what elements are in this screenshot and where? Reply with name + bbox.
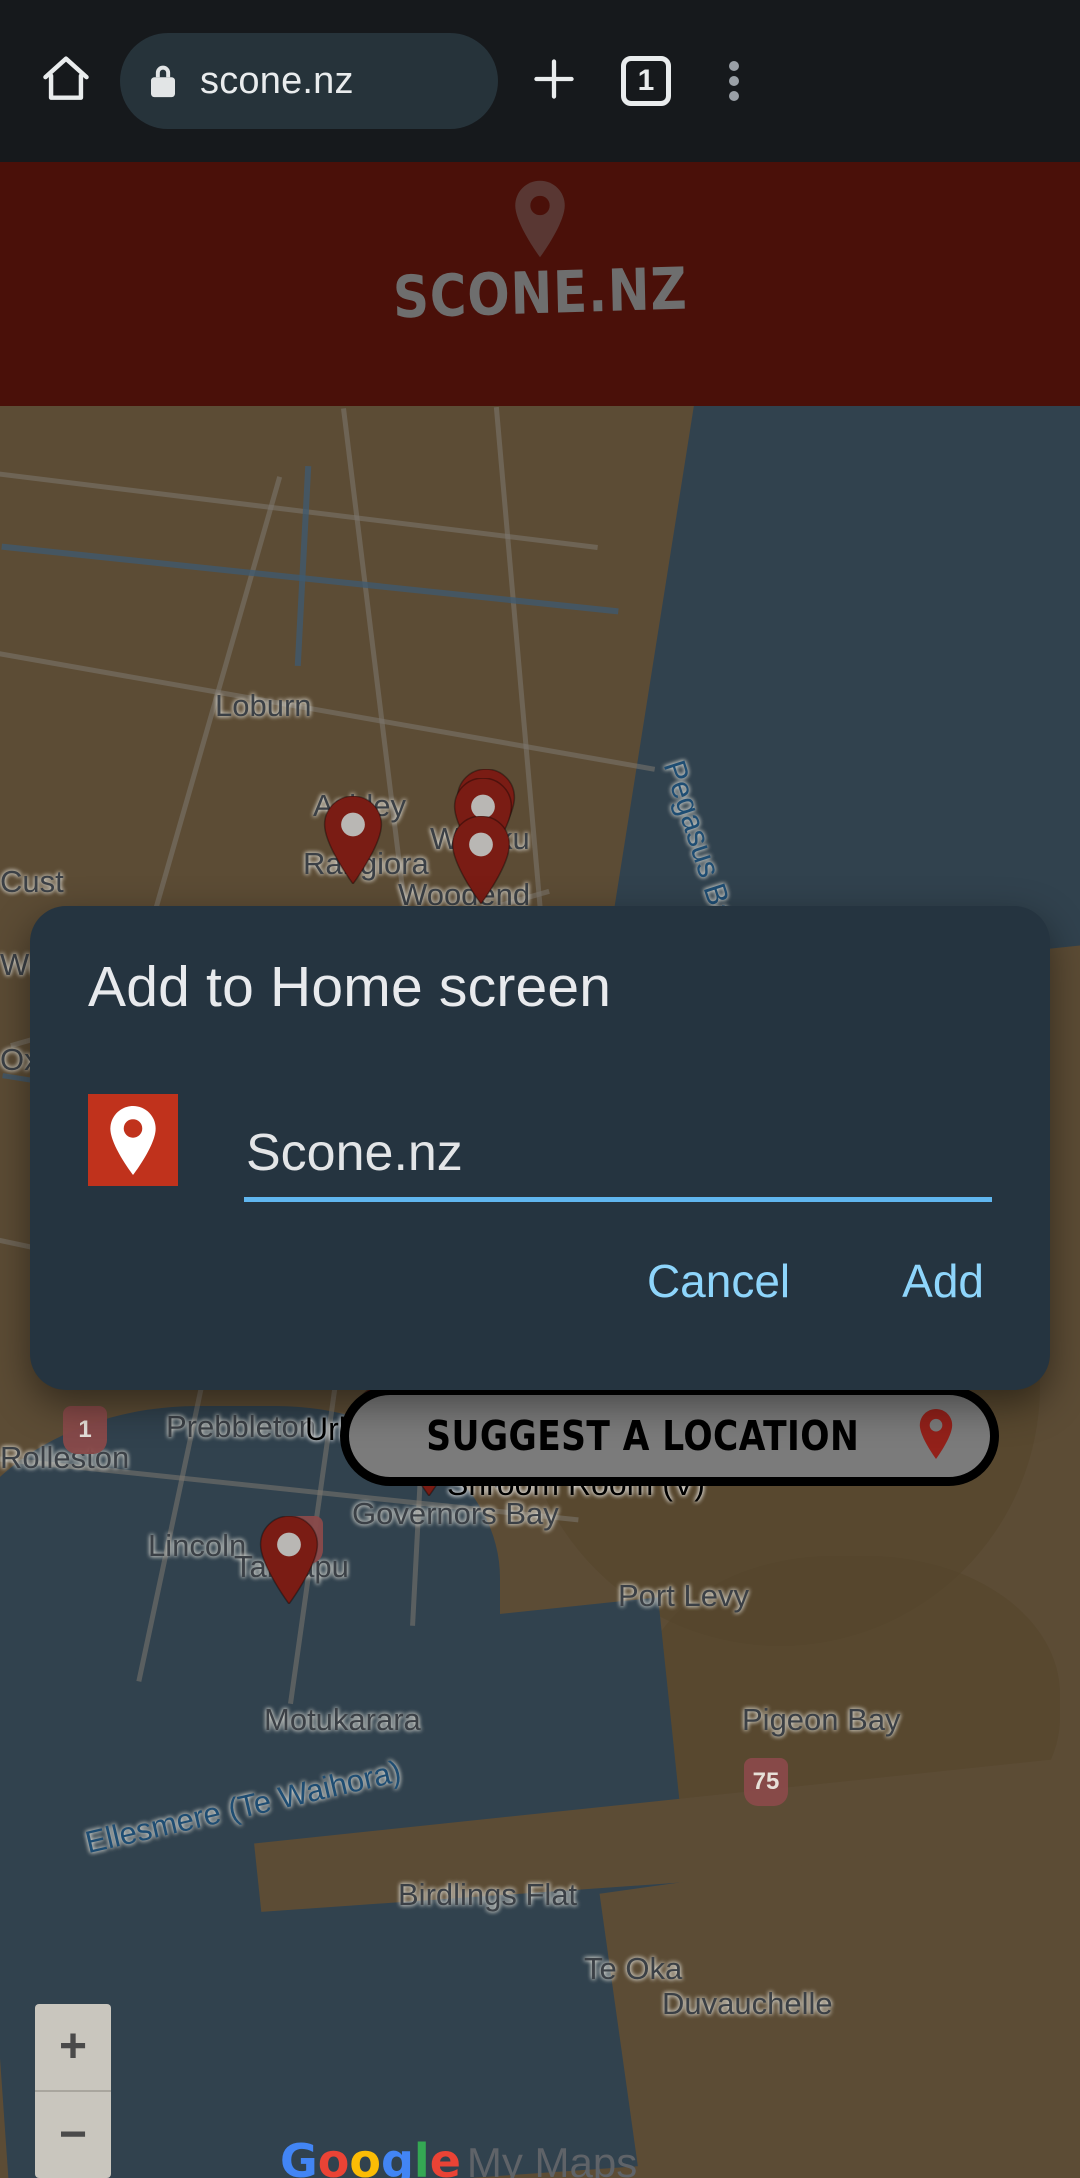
- shortcut-name-underline: [244, 1197, 992, 1202]
- tab-count-text: 1: [637, 64, 655, 97]
- site-logo-text: SCONE.NZ: [392, 254, 688, 332]
- dialog-actions: Cancel Add: [88, 1248, 992, 1314]
- cancel-button[interactable]: Cancel: [645, 1248, 792, 1314]
- lock-icon: [148, 62, 178, 100]
- url-bar[interactable]: scone.nz: [120, 33, 498, 129]
- highway-shield: 1: [63, 1406, 107, 1454]
- map-pin-favicon: [88, 1094, 178, 1186]
- map-pin-icon-red: [918, 1408, 954, 1464]
- zoom-controls: + −: [35, 2004, 111, 2178]
- map-pin-icon: [513, 180, 567, 263]
- home-icon: [38, 50, 94, 113]
- shortcut-name-field-wrap: [244, 1123, 992, 1202]
- map-attribution[interactable]: Google My Maps: [280, 2138, 637, 2178]
- map-label: Port Levy: [618, 1578, 749, 1613]
- tab-switcher-button[interactable]: 1: [600, 35, 692, 127]
- map-label: Prebbleton: [166, 1409, 316, 1444]
- suggest-location-label: SUGGEST A LOCATION: [426, 1412, 860, 1460]
- map-label: Pigeon Bay: [742, 1702, 901, 1737]
- map-location-pin[interactable]: [258, 1515, 320, 1609]
- site-header: SCONE.NZ: [0, 162, 1080, 406]
- screen: scone.nz 1 SCONE.NZ Loburn Cust W ku Woo…: [0, 0, 1080, 2178]
- add-to-home-screen-dialog: Add to Home screen Cancel Add: [30, 906, 1050, 1390]
- dialog-title: Add to Home screen: [88, 955, 612, 1019]
- map-location-pin[interactable]: [322, 795, 384, 889]
- url-text: scone.nz: [200, 59, 354, 102]
- dialog-shortcut-row: [88, 1094, 992, 1202]
- map-label: Duvauchelle: [662, 1986, 833, 2021]
- google-logo: Google: [280, 2134, 461, 2178]
- overflow-menu-icon: [729, 56, 739, 106]
- zoom-out-button[interactable]: −: [35, 2092, 111, 2178]
- new-tab-button[interactable]: [508, 35, 600, 127]
- map-location-pin[interactable]: [450, 815, 512, 909]
- attribution-suffix: My Maps: [466, 2139, 638, 2178]
- map-label: Birdlings Flat: [398, 1877, 578, 1912]
- map-label: Motukarara: [264, 1702, 421, 1737]
- map-label: Te Oka: [584, 1951, 683, 1986]
- map-label: Governors Bay: [352, 1496, 559, 1531]
- highway-shield: 75: [744, 1758, 788, 1806]
- shortcut-name-input[interactable]: [244, 1123, 992, 1197]
- map-label: Loburn: [215, 688, 312, 723]
- zoom-in-button[interactable]: +: [35, 2004, 111, 2090]
- map-label: Cust: [0, 864, 64, 899]
- suggest-location-button[interactable]: SUGGEST A LOCATION: [340, 1386, 1000, 1486]
- tab-count-box: 1: [621, 56, 671, 106]
- plus-icon: [527, 52, 581, 111]
- add-button[interactable]: Add: [900, 1248, 986, 1314]
- home-button[interactable]: [18, 33, 114, 129]
- map-label: Lincoln: [148, 1528, 247, 1563]
- overflow-menu-button[interactable]: [692, 35, 776, 127]
- map-label: Ellesmere (Te Waihora): [82, 1753, 405, 1861]
- browser-toolbar: scone.nz 1: [0, 0, 1080, 162]
